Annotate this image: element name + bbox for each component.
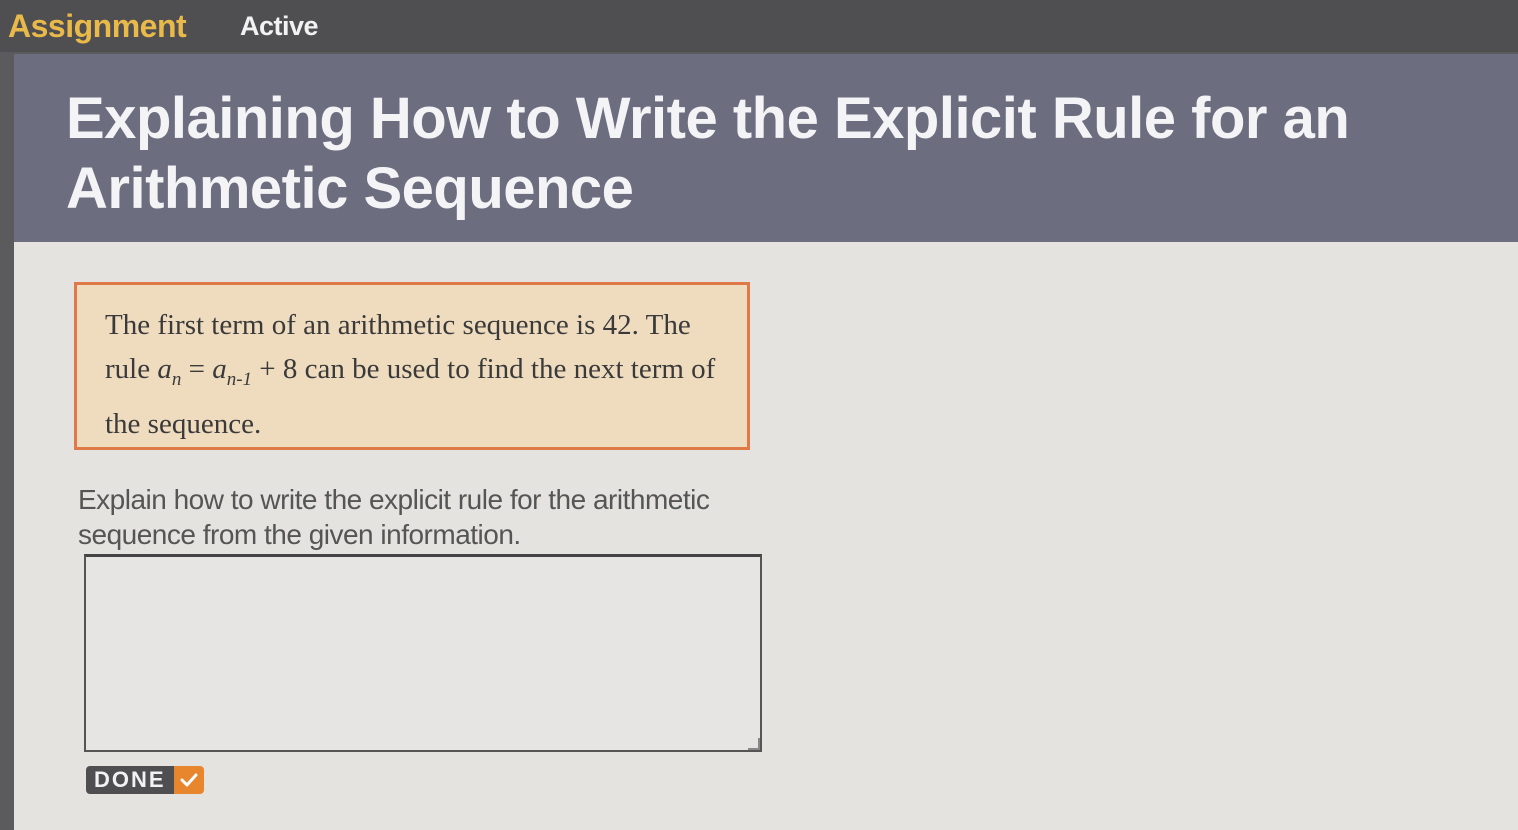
assignment-label: Assignment xyxy=(8,8,187,44)
rule-plus: + 8 xyxy=(252,353,298,385)
rule-rhs: an-1 xyxy=(212,353,252,390)
first-term-value: 42 xyxy=(602,309,632,341)
question-prompt: Explain how to write the explicit rule f… xyxy=(78,484,710,550)
rule-lhs-subscript: n xyxy=(171,368,182,390)
checkmark-icon xyxy=(173,766,204,794)
top-bar: Assignment Active xyxy=(0,0,1518,52)
problem-box: The first term of an arithmetic sequence… xyxy=(74,282,750,450)
rule-rhs-subscript: n-1 xyxy=(226,368,253,390)
status-label: Active xyxy=(240,11,319,41)
rule-rhs-var: a xyxy=(212,353,227,385)
page-title: Explaining How to Write the Explicit Rul… xyxy=(66,86,1350,221)
done-button[interactable]: DONE xyxy=(86,766,204,794)
problem-text: The first term of an arithmetic sequence… xyxy=(105,303,735,446)
done-button-label: DONE xyxy=(86,766,174,794)
answer-textarea[interactable] xyxy=(84,554,762,752)
problem-line-1: The first term of an arithmetic sequence… xyxy=(105,309,596,341)
resize-grip-icon[interactable] xyxy=(748,738,760,750)
rule-equals: = xyxy=(181,353,213,385)
rule-lhs: an xyxy=(157,353,181,390)
rule-lhs-var: a xyxy=(157,353,172,385)
assignment-panel: Explaining How to Write the Explicit Rul… xyxy=(14,54,1518,830)
activity-header: Explaining How to Write the Explicit Rul… xyxy=(14,54,1518,242)
